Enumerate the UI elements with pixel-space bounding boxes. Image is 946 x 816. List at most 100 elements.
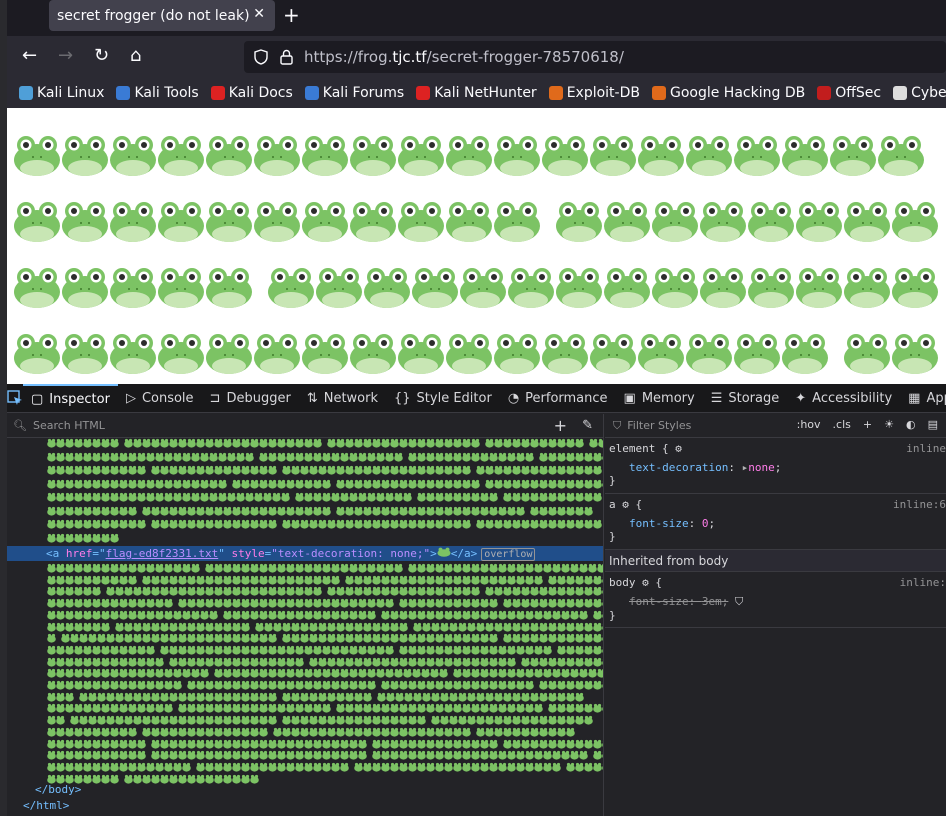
- rule-source[interactable]: inline:: [900, 576, 946, 589]
- text-node-line[interactable]: [47, 645, 603, 655]
- home-icon[interactable]: ⌂: [130, 45, 141, 66]
- text-node-line[interactable]: [47, 774, 603, 784]
- forward-arrow-icon[interactable]: →: [58, 45, 73, 66]
- frog-icon: [253, 194, 301, 244]
- add-node-icon[interactable]: +: [554, 416, 567, 435]
- closing-html-tag[interactable]: </html>: [23, 799, 69, 812]
- frog-icon: [843, 326, 891, 376]
- text-node-line[interactable]: [47, 668, 603, 678]
- frog-icon: [349, 194, 397, 244]
- bookmark-item[interactable]: CyberCh: [893, 85, 946, 101]
- text-node-line[interactable]: [47, 692, 603, 702]
- selected-node-row[interactable]: <a href="flag-ed8f2331.txt" style="text-…: [7, 546, 603, 561]
- print-icon[interactable]: ▤: [928, 418, 938, 431]
- shield-icon[interactable]: [254, 49, 268, 65]
- frog-icon: [733, 326, 781, 376]
- text-node-line[interactable]: [47, 575, 603, 585]
- devtools-tab[interactable]: {} Style Editor: [386, 384, 500, 412]
- rule-source[interactable]: inline:6: [893, 498, 946, 511]
- text-node-line[interactable]: [47, 438, 603, 448]
- text-node-line[interactable]: [47, 598, 603, 608]
- frog-icon: [109, 128, 157, 178]
- text-node-line[interactable]: [47, 452, 603, 462]
- text-node-line[interactable]: [47, 703, 603, 713]
- text-node-line[interactable]: [47, 727, 603, 737]
- add-rule-icon[interactable]: +: [863, 418, 872, 431]
- bookmark-item[interactable]: Kali Tools: [116, 85, 199, 101]
- bookmark-item[interactable]: Kali Forums: [304, 85, 404, 101]
- reload-icon[interactable]: ↻: [94, 45, 109, 66]
- devtools-tab[interactable]: ☰ Storage: [703, 384, 788, 412]
- text-node-line[interactable]: [47, 715, 603, 725]
- frog-gap: [925, 128, 939, 184]
- closing-body-tag[interactable]: </body>: [35, 783, 81, 796]
- text-node-line[interactable]: [47, 479, 603, 489]
- gear-icon[interactable]: ⚙: [642, 576, 649, 589]
- frog-icon: [589, 128, 637, 178]
- back-arrow-icon[interactable]: ←: [22, 45, 37, 66]
- eyedropper-icon[interactable]: ✎: [582, 418, 593, 433]
- text-node-line[interactable]: [47, 586, 603, 596]
- filter-icon[interactable]: ⛉: [735, 595, 743, 608]
- frog-icon: [795, 260, 843, 310]
- devtools-tab[interactable]: ▣ Memory: [616, 384, 703, 412]
- bookmark-item[interactable]: Kali Linux: [19, 85, 104, 101]
- text-node-line[interactable]: [47, 622, 603, 632]
- devtools-tab-icon: ▷: [125, 390, 136, 406]
- frog-icon: [493, 194, 541, 244]
- frog-icon: [445, 326, 493, 376]
- cls-toggle[interactable]: .cls: [833, 418, 851, 431]
- frog-icon: [397, 128, 445, 178]
- text-node-line[interactable]: [47, 492, 603, 502]
- devtools-tab[interactable]: ⇅ Network: [299, 384, 386, 412]
- flag-link[interactable]: flag-ed8f2331.txt: [106, 547, 219, 560]
- text-node-line[interactable]: [47, 739, 603, 749]
- text-node-line[interactable]: [47, 533, 603, 543]
- light-theme-icon[interactable]: ☀: [884, 418, 894, 431]
- text-node-line[interactable]: [47, 610, 603, 620]
- bookmark-item[interactable]: Kali NetHunter: [416, 85, 537, 101]
- gear-icon[interactable]: ⚙: [675, 442, 682, 455]
- devtools-tab[interactable]: ▢ Inspector: [23, 384, 118, 412]
- text-node-line[interactable]: [47, 465, 603, 475]
- frog-icon: [397, 194, 445, 244]
- filter-styles-bar[interactable]: ⛉ Filter Styles :hov .cls + ☀ ◐ ▤: [605, 414, 946, 438]
- devtools-tab[interactable]: ▷ Console: [118, 384, 202, 412]
- bookmark-item[interactable]: OffSec: [817, 85, 881, 101]
- devtools-tab[interactable]: ▦ Application: [900, 384, 946, 412]
- dark-theme-icon[interactable]: ◐: [906, 418, 916, 431]
- url-bar[interactable]: https://frog.tjc.tf/secret-frogger-78570…: [244, 41, 946, 73]
- gear-icon[interactable]: ⚙: [622, 498, 629, 511]
- bookmark-label: Kali Linux: [37, 85, 105, 101]
- filter-styles-input[interactable]: Filter Styles: [627, 419, 691, 432]
- rule-source[interactable]: inline: [906, 442, 946, 455]
- frog-icon: [253, 128, 301, 178]
- hov-toggle[interactable]: :hov: [797, 418, 821, 431]
- browser-tab[interactable]: secret frogger (do not leak) ✕: [49, 0, 275, 31]
- search-html-bar[interactable]: 🔍︎ Search HTML + ✎: [7, 414, 603, 438]
- search-html-input[interactable]: Search HTML: [33, 419, 105, 432]
- devtools-tab[interactable]: ◔ Performance: [500, 384, 616, 412]
- url-text[interactable]: https://frog.tjc.tf/secret-frogger-78570…: [304, 48, 624, 66]
- bookmark-item[interactable]: Google Hacking DB: [651, 85, 805, 101]
- text-node-line[interactable]: [47, 657, 603, 667]
- overflow-badge[interactable]: overflow: [481, 548, 536, 561]
- text-node-line[interactable]: [47, 750, 603, 760]
- text-node-line[interactable]: [47, 563, 603, 573]
- text-node-line[interactable]: [47, 519, 603, 529]
- lock-icon[interactable]: [280, 49, 293, 65]
- text-node-line[interactable]: [47, 762, 603, 772]
- tab-bar: secret frogger (do not leak) ✕ +: [7, 0, 946, 36]
- text-node-line[interactable]: [47, 506, 603, 516]
- text-node-line[interactable]: [47, 633, 603, 643]
- bookmark-item[interactable]: Exploit-DB: [548, 85, 640, 101]
- text-node-line[interactable]: [47, 680, 603, 690]
- tab-close-icon[interactable]: ✕: [253, 6, 265, 22]
- frog-icon: [699, 260, 747, 310]
- devtools-tab[interactable]: ✦ Accessibility: [787, 384, 900, 412]
- bookmark-item[interactable]: Kali Docs: [210, 85, 293, 101]
- element-picker-icon[interactable]: [7, 384, 23, 412]
- tab-title: secret frogger (do not leak): [57, 7, 250, 24]
- devtools-tab[interactable]: ⊐ Debugger: [202, 384, 299, 412]
- new-tab-button[interactable]: +: [283, 3, 300, 27]
